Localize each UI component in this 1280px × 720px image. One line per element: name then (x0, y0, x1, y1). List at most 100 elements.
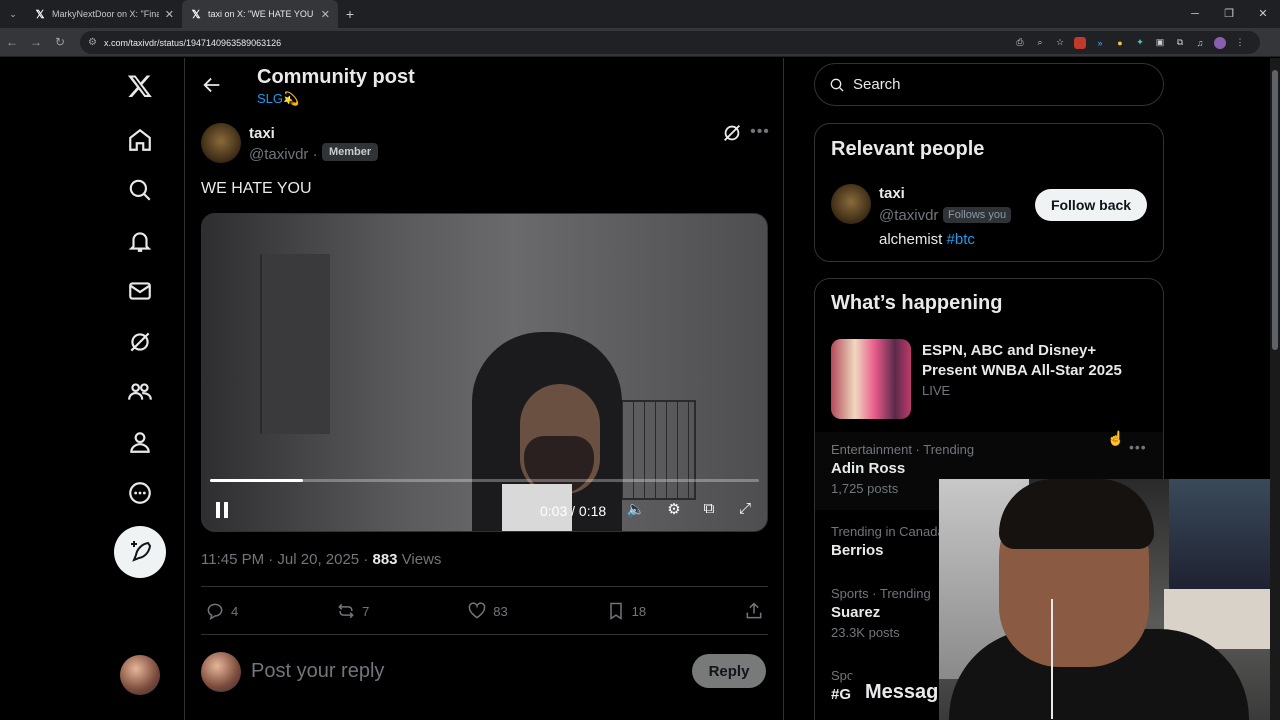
back-arrow-icon[interactable] (201, 74, 223, 96)
video-frame-door (260, 254, 330, 434)
url-field[interactable]: ⚙ x.com/taxivdr/status/19471409635890631… (80, 31, 1260, 54)
reload-icon[interactable]: ↻ (48, 35, 72, 49)
minimize-icon[interactable]: ─ (1178, 0, 1212, 28)
extension-gray-icon[interactable]: ▣ (1154, 37, 1166, 49)
messages-envelope-icon[interactable] (114, 269, 166, 313)
picture-in-picture-icon[interactable]: ⧉ (699, 500, 719, 520)
communities-icon[interactable] (114, 370, 166, 414)
browser-tab-1[interactable]: 𝕏 MarkyNextDoor on X: "Finally a ✕ (26, 0, 182, 28)
live-badge: LIVE (922, 383, 951, 398)
profile-person-icon[interactable] (114, 420, 166, 464)
bio-text: alchemist (879, 231, 947, 248)
restore-icon[interactable]: ❐ (1212, 0, 1246, 28)
video-progress-fill (210, 479, 304, 482)
live-event-title[interactable]: ESPN, ABC and Disney+ Present WNBA All-S… (922, 341, 1152, 381)
video-player[interactable]: 0:03 / 0:18 🔈 ⚙ ⧉ ⤢ (201, 213, 768, 532)
home-icon[interactable] (114, 118, 166, 162)
reply-action[interactable]: 4 (205, 601, 238, 621)
grok-explain-icon[interactable] (721, 122, 743, 144)
scrollbar-thumb[interactable] (1272, 70, 1278, 350)
divider (201, 634, 768, 635)
trend-name: Suarez (831, 604, 881, 621)
trend-context: Trending in Canada (831, 524, 945, 539)
x-logo-icon: 𝕏 (191, 8, 201, 21)
repost-action[interactable]: 7 (336, 601, 369, 621)
compose-post-button[interactable] (114, 526, 166, 578)
grok-icon[interactable] (114, 320, 166, 364)
install-icon[interactable]: ⎙ (1014, 37, 1026, 49)
site-info-icon[interactable]: ⚙ (88, 37, 104, 48)
share-action[interactable] (744, 601, 764, 621)
relevant-people-title: Relevant people (831, 138, 985, 160)
trend-more-icon[interactable]: ••• (1129, 439, 1147, 455)
zoom-icon[interactable]: ⌕ (1034, 37, 1046, 49)
extension-blue-icon[interactable]: » (1094, 37, 1106, 49)
close-window-icon[interactable]: ✕ (1246, 0, 1280, 28)
video-progress-bar[interactable] (210, 479, 759, 482)
extension-cyan-icon[interactable]: ✦ (1134, 37, 1146, 49)
reply-button[interactable]: Reply (692, 654, 766, 688)
new-tab-button[interactable]: + (338, 6, 362, 22)
trend-count: 23.3K posts (831, 625, 900, 640)
volume-icon[interactable]: 🔈 (626, 500, 646, 520)
window-controls: ─ ❐ ✕ (1178, 0, 1280, 28)
x-logo-icon: 𝕏 (35, 8, 45, 21)
relevant-people-card: Relevant people taxi @taxivdr Follows yo… (814, 123, 1164, 262)
extension-yellow-icon[interactable]: ● (1114, 37, 1126, 49)
author-avatar[interactable] (201, 123, 241, 163)
browser-tab-2[interactable]: 𝕏 taxi on X: "WE HATE YOU h ✕ (182, 0, 338, 28)
tweet-timestamp[interactable]: 11:45 PM · Jul 20, 2025 · (201, 551, 372, 568)
video-frame-crate (610, 400, 696, 500)
trend-name: Adin Ross (831, 460, 906, 477)
trend-item[interactable]: Trending in Canada Berrios (831, 524, 945, 559)
profile-icon[interactable] (1214, 36, 1226, 49)
fullscreen-icon[interactable]: ⤢ (735, 500, 755, 520)
pause-icon[interactable] (216, 502, 232, 520)
tab-search-icon[interactable]: ⌄ (0, 0, 26, 28)
browser-tab-bar: ⌄ 𝕏 MarkyNextDoor on X: "Finally a ✕ 𝕏 t… (0, 0, 1280, 28)
relevant-person-name[interactable]: taxi (879, 185, 905, 202)
account-avatar[interactable] (120, 655, 160, 695)
back-nav-icon[interactable]: ← (0, 35, 24, 49)
bookmark-icon (609, 602, 622, 620)
reply-input[interactable]: Post your reply (251, 660, 384, 683)
x-home-logo-icon[interactable] (114, 64, 166, 108)
community-link[interactable]: SLG💫 (257, 91, 299, 107)
like-action[interactable]: 83 (467, 601, 508, 621)
webcam-overlay (939, 479, 1280, 720)
messages-drawer[interactable]: Messages (851, 665, 939, 720)
search-input[interactable]: Search (814, 63, 1164, 106)
tab-close-icon[interactable]: ✕ (321, 8, 330, 21)
search-placeholder: Search (853, 76, 901, 93)
settings-gear-icon[interactable]: ⚙ (664, 500, 684, 520)
tab-close-icon[interactable]: ✕ (165, 8, 174, 21)
relevant-person-handle[interactable]: @taxivdr (879, 207, 938, 224)
relevant-person-avatar[interactable] (831, 184, 871, 224)
bio-hashtag-link[interactable]: #btc (947, 231, 975, 248)
address-bar-row: ← → ↻ ⚙ x.com/taxivdr/status/19471409635… (0, 28, 1280, 57)
author-handle[interactable]: @taxivdr · (249, 146, 318, 163)
page-scrollbar[interactable] (1270, 58, 1280, 720)
video-timecode: 0:03 / 0:18 (540, 503, 607, 519)
forward-nav-icon[interactable]: → (24, 35, 48, 49)
follow-back-button[interactable]: Follow back (1035, 189, 1147, 221)
webcam-person-hair (999, 479, 1154, 549)
bookmark-action[interactable]: 18 (606, 601, 646, 621)
explore-search-icon[interactable] (114, 168, 166, 212)
trend-item[interactable]: Sports · Trending Suarez 23.3K posts (831, 586, 931, 640)
bookmark-star-icon[interactable]: ☆ (1054, 37, 1066, 49)
extensions-puzzle-icon[interactable]: ⧉ (1174, 37, 1186, 49)
tweet-more-icon[interactable]: ••• (749, 122, 771, 144)
browser-menu-icon[interactable]: ⋮ (1234, 37, 1246, 49)
webcam-earphone-wire (1051, 599, 1053, 719)
tweet-meta: 11:45 PM · Jul 20, 2025 · 883 Views (201, 551, 441, 568)
tab-title: taxi on X: "WE HATE YOU h (208, 9, 315, 19)
notifications-bell-icon[interactable] (114, 219, 166, 263)
messages-drawer-label: Messages (865, 681, 939, 703)
live-event-thumbnail[interactable] (831, 339, 911, 419)
author-name[interactable]: taxi (249, 125, 275, 142)
more-options-icon[interactable] (114, 471, 166, 515)
extension-red-icon[interactable] (1074, 36, 1086, 49)
media-icon[interactable]: ♫ (1194, 37, 1206, 49)
tab-title: MarkyNextDoor on X: "Finally a (52, 9, 159, 19)
